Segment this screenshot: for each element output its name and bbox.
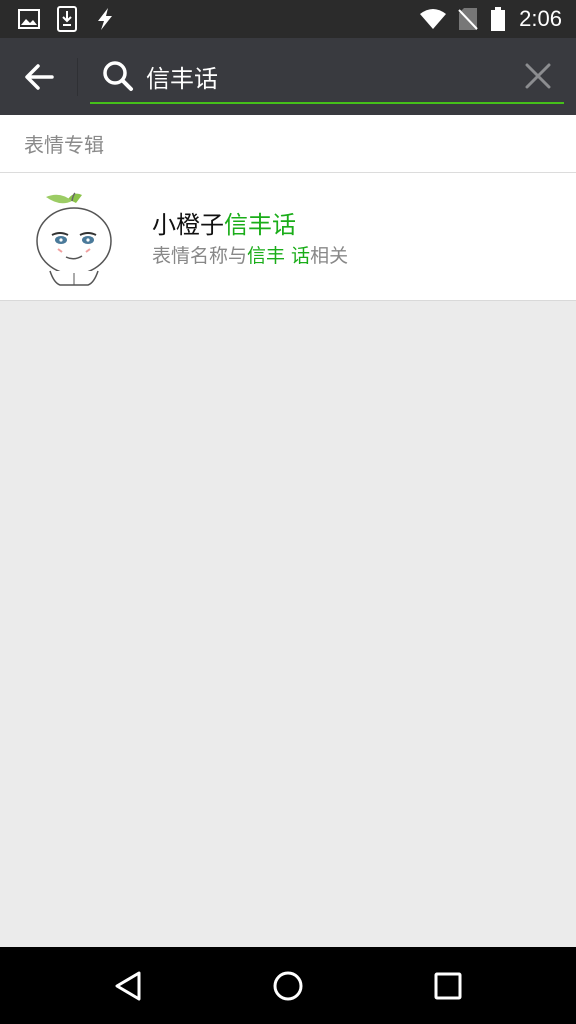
album-title: 小橙子信丰话 — [152, 205, 296, 240]
album-title-prefix: 小橙子 — [152, 211, 224, 239]
back-button[interactable] — [18, 56, 60, 98]
album-subtitle: 表情名称与信丰 话相关 — [152, 241, 348, 268]
album-title-highlight: 信丰话 — [224, 211, 296, 239]
nav-home-button[interactable] — [263, 961, 313, 1011]
status-time: 2:06 — [519, 6, 562, 31]
sticker-album-item[interactable]: 小橙子信丰话 表情名称与信丰 话相关 — [0, 173, 576, 301]
status-bar: 2:06 — [0, 0, 576, 38]
close-icon — [525, 63, 551, 89]
toolbar-divider — [77, 58, 78, 96]
flash-icon — [94, 0, 116, 38]
recents-square-icon — [434, 972, 462, 1000]
nav-recents-button[interactable] — [423, 961, 473, 1011]
search-toolbar — [0, 38, 576, 115]
no-sim-icon — [456, 0, 480, 38]
search-icon — [103, 61, 133, 91]
album-subtitle-highlight: 信丰 话 — [247, 245, 311, 267]
home-circle-icon — [273, 971, 303, 1001]
download-icon — [56, 0, 78, 38]
back-triangle-icon — [115, 971, 141, 1001]
clear-button[interactable] — [522, 60, 554, 92]
battery-icon — [490, 0, 506, 38]
image-icon — [16, 0, 42, 38]
album-subtitle-suffix: 相关 — [310, 245, 349, 267]
system-nav-bar — [0, 947, 576, 1024]
search-input[interactable] — [146, 56, 506, 96]
section-title: 表情专辑 — [0, 115, 576, 173]
nav-back-button[interactable] — [103, 961, 153, 1011]
wifi-icon — [418, 0, 448, 38]
back-arrow-icon — [25, 64, 54, 90]
search-results: 表情专辑 小橙子信丰话 表情名称与信丰 话相关 — [0, 115, 576, 301]
album-subtitle-prefix: 表情名称与 — [152, 245, 248, 267]
search-field[interactable] — [90, 48, 564, 104]
orange-mascot-thumbnail — [36, 192, 112, 286]
